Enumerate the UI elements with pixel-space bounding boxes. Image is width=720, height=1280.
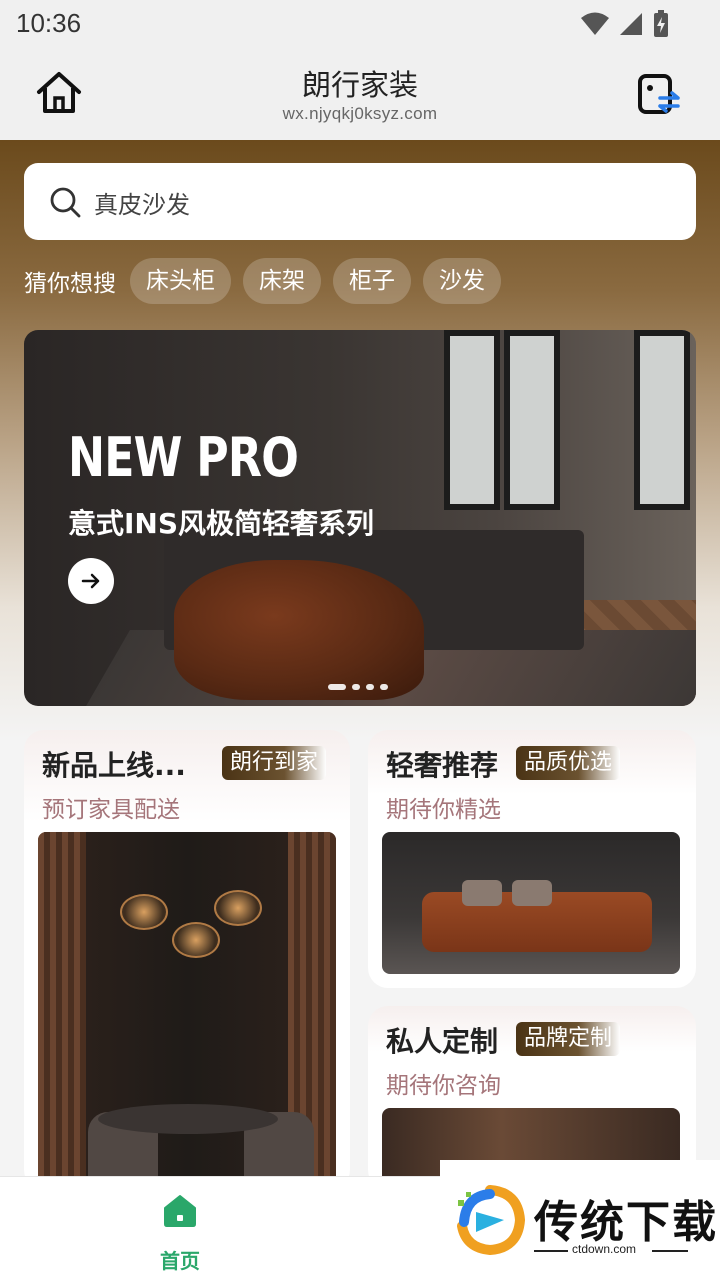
sofa-cushion <box>462 880 502 906</box>
leather-sofa-image <box>382 832 680 974</box>
card-subtitle: 期待你咨询 <box>386 1073 501 1099</box>
sofa-cushion <box>512 880 552 906</box>
new-products-card[interactable]: 新品上线... 朗行到家 预订家具配送 <box>24 730 350 1190</box>
card-title: 私人定制 <box>386 1025 499 1058</box>
luxury-card[interactable]: 轻奢推荐 品质优选 期待你精选 <box>368 730 696 988</box>
status-time: 10:36 <box>16 8 82 38</box>
watermark-logo-icon <box>457 1185 526 1256</box>
search-icon <box>50 187 81 218</box>
tab-home[interactable]: 首页 <box>140 1193 220 1274</box>
watermark: 传统下载 ctdown.com <box>440 1160 720 1280</box>
status-icons <box>580 10 670 38</box>
switch-account-icon[interactable] <box>636 72 682 118</box>
card-badge: 朗行到家 <box>222 746 327 780</box>
app-header: 朗行家装 wx.njyqkj0ksyz.com <box>0 50 720 140</box>
banner-window <box>504 330 560 510</box>
battery-icon <box>654 10 668 37</box>
carousel-dot[interactable] <box>328 684 346 690</box>
page-url: wx.njyqkj0ksyz.com <box>282 104 438 123</box>
curtain-left <box>38 832 86 1190</box>
status-bar: 10:36 <box>0 0 720 50</box>
page-title: 朗行家装 <box>301 68 418 102</box>
hot-search-tag[interactable]: 沙发 <box>423 258 501 304</box>
banner-window <box>634 330 690 510</box>
hot-search-label: 猜你想搜 <box>24 271 116 297</box>
hot-search-tag[interactable]: 床架 <box>243 258 321 304</box>
banner-window <box>444 330 500 510</box>
card-title: 轻奢推荐 <box>386 749 499 782</box>
home-tab-icon <box>164 1195 196 1227</box>
watermark-url: ctdown.com <box>572 1242 637 1256</box>
card-badge: 品牌定制 <box>516 1022 621 1056</box>
carousel-dot[interactable] <box>380 684 388 690</box>
card-subtitle: 预订家具配送 <box>42 797 180 823</box>
wifi-icon <box>581 12 609 35</box>
carousel-dot[interactable] <box>352 684 360 690</box>
hot-search-tag[interactable]: 床头柜 <box>130 258 231 304</box>
signal-icon <box>620 13 642 35</box>
search-input[interactable]: 真皮沙发 <box>24 163 696 240</box>
banner-subline: 意式INS风极简轻奢系列 <box>68 507 375 540</box>
watermark-text: 传统下载 <box>534 1197 718 1248</box>
watermark-line <box>534 1250 568 1252</box>
watermark-line <box>652 1250 688 1252</box>
card-subtitle: 期待你精选 <box>386 797 501 823</box>
card-badge: 品质优选 <box>516 746 621 780</box>
pendant-lamp <box>120 894 168 930</box>
banner-blanket <box>174 560 424 700</box>
carousel-dots <box>328 684 388 690</box>
dining-table <box>98 1104 278 1134</box>
tab-home-label: 首页 <box>160 1249 200 1273</box>
card-title: 新品上线... <box>42 749 186 782</box>
arrow-right-icon <box>81 573 100 589</box>
pendant-lamp <box>214 890 262 926</box>
banner-arrow-button[interactable] <box>68 558 114 604</box>
banner-headline: NEW PRO <box>68 426 299 489</box>
carousel-dot[interactable] <box>366 684 374 690</box>
pendant-lamp <box>172 922 220 958</box>
promo-banner[interactable]: NEW PRO 意式INS风极简轻奢系列 <box>24 330 696 706</box>
hot-search-tag[interactable]: 柜子 <box>333 258 411 304</box>
search-placeholder: 真皮沙发 <box>94 191 190 219</box>
hot-search-row: 猜你想搜 床头柜 床架 柜子 沙发 <box>24 258 501 304</box>
dining-room-image <box>38 832 336 1190</box>
